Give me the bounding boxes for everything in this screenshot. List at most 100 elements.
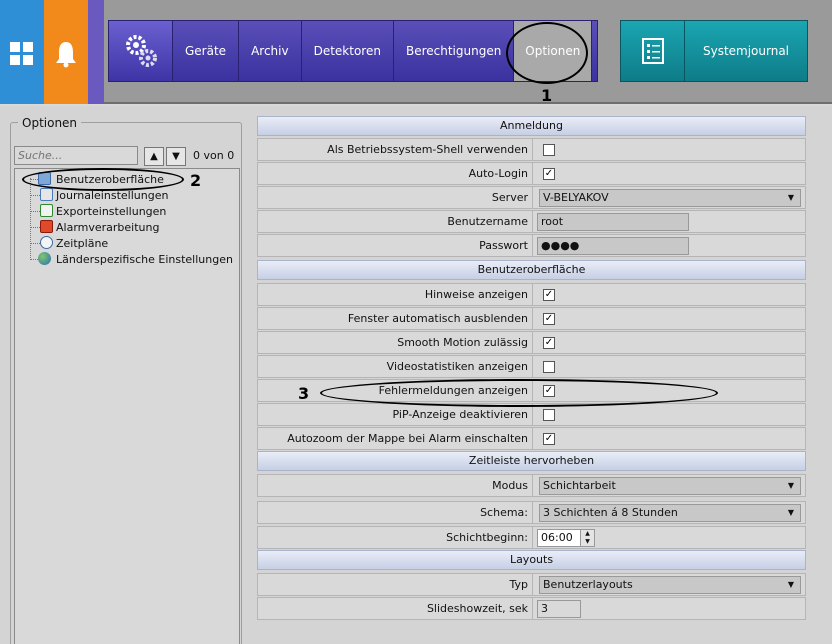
row-autohide: Fenster automatisch ausblenden ✓: [257, 307, 806, 330]
callout-2: 2: [190, 171, 202, 190]
schichtbeginn-value: 06:00: [541, 531, 573, 544]
slideshowzeit-value: 3: [541, 602, 548, 615]
checkbox-autologin[interactable]: ✓: [543, 168, 555, 180]
tab-detektoren[interactable]: Detektoren: [302, 21, 394, 81]
callout-3: 3: [298, 384, 310, 403]
password-field[interactable]: ●●●●: [537, 237, 689, 255]
row-benutzername: Benutzername root: [257, 210, 806, 233]
slideshowzeit-spinner[interactable]: 3: [537, 600, 581, 618]
bell-icon: [56, 42, 76, 68]
windows-tile[interactable]: [0, 0, 44, 104]
section-zeitleiste: Zeitleiste hervorheben: [257, 451, 806, 471]
system-journal-label[interactable]: Systemjournal: [685, 21, 807, 81]
tree-item-exporteinstellungen[interactable]: Exporteinstellungen: [56, 203, 166, 219]
search-prev-button[interactable]: ▲: [144, 147, 164, 166]
label-smooth-motion: Smooth Motion zulässig: [258, 332, 533, 353]
tree-connector: [30, 211, 40, 212]
chevron-down-icon: ▼: [172, 151, 180, 162]
settings-grid: Anmeldung Als Betriebssystem-Shell verwe…: [252, 106, 832, 644]
row-modus: Modus Schichtarbeit ▼: [257, 474, 806, 497]
row-slideshowzeit: Slideshowzeit, sek 3: [257, 597, 806, 620]
tree-connector: [30, 227, 40, 228]
tree-connector: [30, 243, 40, 244]
alarm-bell-icon: [40, 220, 53, 233]
row-schichtbeginn: Schichtbeginn: 06:00 ▲ ▼: [257, 526, 806, 549]
server-value: V-BELYAKOV: [543, 191, 609, 204]
row-server: Server V-BELYAKOV ▼: [257, 186, 806, 209]
search-next-button[interactable]: ▼: [166, 147, 186, 166]
section-benutzeroberflaeche: Benutzeroberfläche: [257, 260, 806, 280]
highlight-ellipse-3: [320, 379, 718, 407]
schichtbeginn-spinner[interactable]: 06:00 ▲ ▼: [537, 529, 595, 547]
spinner-arrows-icon[interactable]: ▲ ▼: [580, 530, 594, 546]
search-result-count: 0 von 0: [193, 149, 235, 162]
chevron-up-icon: ▲: [150, 151, 158, 162]
row-autologin: Auto-Login ✓: [257, 162, 806, 185]
journal-icon: [40, 188, 53, 201]
tree-item-laenderspezifische-einstellungen[interactable]: Länderspezifische Einstellungen: [56, 251, 233, 267]
tab-geraete[interactable]: Geräte: [173, 21, 240, 81]
row-schema: Schema: 3 Schichten á 8 Stunden ▼: [257, 501, 806, 524]
globe-icon: [38, 252, 51, 265]
label-autohide: Fenster automatisch ausblenden: [258, 308, 533, 329]
schema-dropdown[interactable]: 3 Schichten á 8 Stunden ▼: [539, 504, 801, 522]
label-autologin: Auto-Login: [258, 163, 533, 184]
gears-icon: [125, 35, 157, 67]
label-passwort: Passwort: [258, 235, 533, 256]
dropdown-arrow-icon: ▼: [787, 508, 795, 517]
modus-value: Schichtarbeit: [543, 479, 616, 492]
dropdown-arrow-icon: ▼: [787, 481, 795, 490]
callout-1: 1: [541, 86, 553, 105]
username-field[interactable]: root: [537, 213, 689, 231]
typ-value: Benutzerlayouts: [543, 578, 633, 591]
alarm-tile[interactable]: [44, 0, 88, 104]
windows-icon: [10, 42, 33, 65]
panel-strip: [88, 0, 104, 104]
highlight-ellipse-1: [506, 22, 588, 84]
checkbox-videostatistiken[interactable]: [543, 361, 555, 373]
row-typ: Typ Benutzerlayouts ▼: [257, 573, 806, 596]
system-journal-tile[interactable]: [621, 21, 685, 81]
label-benutzername: Benutzername: [258, 211, 533, 232]
row-autozoom: Autozoom der Mappe bei Alarm einschalten…: [257, 427, 806, 450]
label-hinweise: Hinweise anzeigen: [258, 284, 533, 305]
checkbox-hinweise[interactable]: ✓: [543, 289, 555, 301]
row-passwort: Passwort ●●●●: [257, 234, 806, 257]
dropdown-arrow-icon: ▼: [787, 580, 795, 589]
checklist-icon: [641, 38, 664, 64]
tree-guide-line: [30, 178, 31, 260]
row-videostatistiken: Videostatistiken anzeigen: [257, 355, 806, 378]
checkbox-smooth-motion[interactable]: ✓: [543, 337, 555, 349]
system-journal-group: Systemjournal: [620, 20, 808, 82]
tab-berechtigungen[interactable]: Berechtigungen: [394, 21, 515, 81]
section-anmeldung: Anmeldung: [257, 116, 806, 136]
label-pip: PiP-Anzeige deaktivieren: [258, 404, 533, 425]
search-input[interactable]: [14, 146, 138, 165]
label-videostatistiken: Videostatistiken anzeigen: [258, 356, 533, 377]
dropdown-arrow-icon: ▼: [787, 193, 795, 202]
schema-value: 3 Schichten á 8 Stunden: [543, 506, 678, 519]
top-toolbar: Geräte Archiv Detektoren Berechtigungen …: [0, 0, 832, 104]
tree-item-alarmverarbeitung[interactable]: Alarmverarbeitung: [56, 219, 159, 235]
server-dropdown[interactable]: V-BELYAKOV ▼: [539, 189, 801, 207]
label-shell: Als Betriebssystem-Shell verwenden: [258, 139, 533, 160]
label-schichtbeginn: Schichtbeginn:: [258, 527, 533, 548]
label-modus: Modus: [258, 475, 533, 496]
checkbox-pip[interactable]: [543, 409, 555, 421]
row-hinweise: Hinweise anzeigen ✓: [257, 283, 806, 306]
checkbox-autozoom[interactable]: ✓: [543, 433, 555, 445]
tree-connector: [30, 195, 40, 196]
modus-dropdown[interactable]: Schichtarbeit ▼: [539, 477, 801, 495]
settings-tile[interactable]: [109, 21, 173, 81]
typ-dropdown[interactable]: Benutzerlayouts ▼: [539, 576, 801, 594]
label-schema: Schema:: [258, 502, 533, 523]
checkbox-shell[interactable]: [543, 144, 555, 156]
checkbox-autohide[interactable]: ✓: [543, 313, 555, 325]
tree-item-zeitplaene[interactable]: Zeitpläne: [56, 235, 108, 251]
label-autozoom: Autozoom der Mappe bei Alarm einschalten: [258, 428, 533, 449]
row-smooth-motion: Smooth Motion zulässig ✓: [257, 331, 806, 354]
tab-archiv[interactable]: Archiv: [239, 21, 302, 81]
options-group-title: Optionen: [18, 116, 82, 130]
label-server: Server: [258, 187, 533, 208]
row-shell: Als Betriebssystem-Shell verwenden: [257, 138, 806, 161]
